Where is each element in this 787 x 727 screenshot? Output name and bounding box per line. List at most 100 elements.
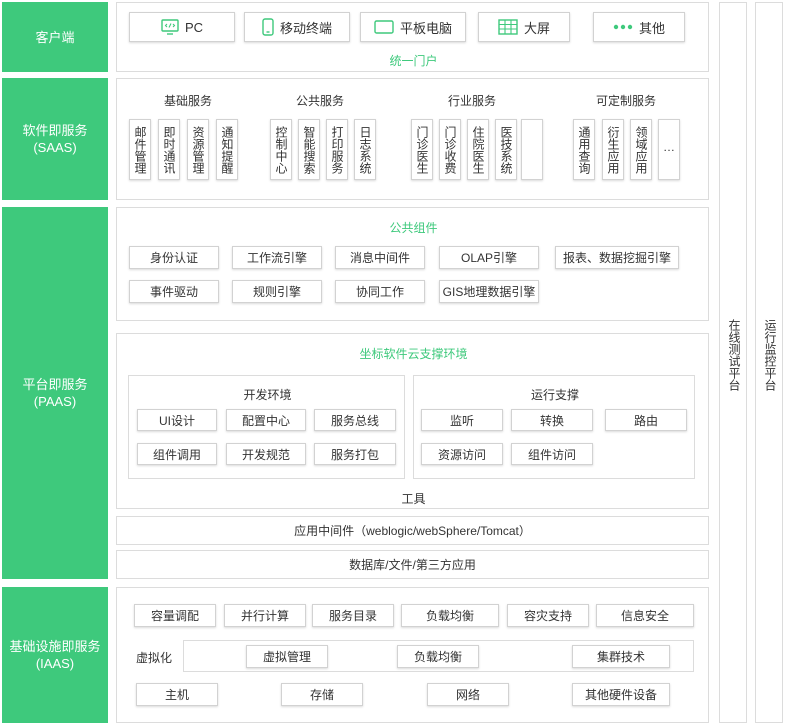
component-box[interactable]: 身份认证 — [129, 246, 219, 269]
iaas-item[interactable]: 容量调配 — [134, 604, 216, 627]
saas-item[interactable]: 通知提醒 — [216, 119, 238, 180]
layer-paas: 平台即服务 (PAAS) — [2, 207, 108, 579]
ops-monitor-platform: 运行监控平台 — [755, 2, 783, 723]
saas-panel: 基础服务 邮件管理 即时通讯 资源管理 通知提醒 公共服务 控制中心 智能搜索 … — [116, 78, 709, 200]
client-item-other[interactable]: 其他 — [593, 12, 685, 42]
iaas-item[interactable]: 容灾支持 — [507, 604, 589, 627]
component-box[interactable]: 协同工作 — [335, 280, 425, 303]
runtime-item[interactable]: 路由 — [605, 409, 687, 431]
saas-item[interactable]: 门诊医生 — [411, 119, 433, 180]
online-test-platform: 在线测试平台 — [719, 2, 747, 723]
saas-group-title: 公共服务 — [295, 94, 344, 108]
layer-saas-abbr: (SAAS) — [33, 140, 77, 155]
dev-item[interactable]: 配置中心 — [226, 409, 306, 431]
ops-monitor-platform-label: 运行监控平台 — [763, 319, 777, 391]
middleware-bar: 应用中间件（weblogic/webSphere/Tomcat） — [116, 516, 709, 545]
saas-item[interactable]: 打印服务 — [326, 119, 348, 180]
support-env-panel: 坐标软件云支撑环境 开发环境 UI设计 配置中心 服务总线 组件调用 开发规范 … — [116, 333, 709, 509]
iaas-item[interactable]: 其他硬件设备 — [572, 683, 670, 706]
support-env-title: 坐标软件云支撑环境 — [359, 347, 468, 361]
dev-item[interactable]: 服务打包 — [314, 443, 396, 465]
iaas-panel: 容量调配 并行计算 服务目录 负载均衡 容灾支持 信息安全 虚拟化 虚拟管理 负… — [116, 587, 709, 723]
iaas-item[interactable]: 并行计算 — [224, 604, 306, 627]
virt-item[interactable]: 虚拟管理 — [246, 645, 328, 668]
storage-label: 数据库/文件/第三方应用 — [349, 558, 476, 572]
layer-iaas-abbr: (IAAS) — [35, 656, 75, 671]
saas-item[interactable]: 日志系统 — [354, 119, 376, 180]
runtime-item[interactable]: 资源访问 — [421, 443, 503, 465]
saas-item[interactable]: 领域应用 — [630, 119, 652, 180]
tools-label: 工具 — [401, 492, 426, 506]
saas-item[interactable]: 门诊收费 — [439, 119, 461, 180]
iaas-item[interactable]: 负载均衡 — [401, 604, 499, 627]
dev-item[interactable]: 开发规范 — [226, 443, 306, 465]
component-box[interactable]: GIS地理数据引擎 — [439, 280, 539, 303]
pc-icon — [161, 19, 179, 35]
layer-client-label: 客户端 — [35, 29, 75, 45]
layer-saas: 软件即服务 (SAAS) — [2, 78, 108, 200]
runtime-title: 运行支撑 — [530, 388, 579, 402]
client-item-pc[interactable]: PC — [129, 12, 235, 42]
online-test-platform-label: 在线测试平台 — [727, 319, 741, 391]
saas-item[interactable]: 即时通讯 — [158, 119, 180, 180]
more-dots-icon — [613, 24, 633, 30]
dev-env-title: 开发环境 — [243, 388, 292, 402]
iaas-item[interactable]: 网络 — [427, 683, 509, 706]
saas-group-title: 行业服务 — [447, 94, 496, 108]
saas-item[interactable]: 资源管理 — [187, 119, 209, 180]
client-item-label: 平板电脑 — [399, 20, 452, 36]
saas-item[interactable]: 通用查询 — [573, 119, 595, 180]
dev-item[interactable]: 组件调用 — [137, 443, 217, 465]
layer-client: 客户端 — [2, 2, 108, 72]
saas-item[interactable]: 衍生应用 — [602, 119, 624, 180]
dev-item[interactable]: 服务总线 — [314, 409, 396, 431]
client-item-label: 其他 — [638, 20, 665, 36]
runtime-item[interactable]: 监听 — [421, 409, 503, 431]
dev-item[interactable]: UI设计 — [137, 409, 217, 431]
dev-env-panel: 开发环境 UI设计 配置中心 服务总线 组件调用 开发规范 服务打包 — [128, 375, 405, 479]
public-components-panel: 公共组件 身份认证 工作流引擎 消息中间件 OLAP引擎 报表、数据挖掘引擎 事… — [116, 207, 709, 321]
component-box[interactable]: 事件驱动 — [129, 280, 219, 303]
layer-saas-label: 软件即服务 — [22, 123, 88, 138]
saas-item[interactable]: 邮件管理 — [129, 119, 151, 180]
virtualization-panel: 虚拟管理 负载均衡 集群技术 — [183, 640, 694, 672]
iaas-item[interactable]: 服务目录 — [312, 604, 394, 627]
client-item-mobile[interactable]: 移动终端 — [244, 12, 350, 42]
layer-paas-label: 平台即服务 — [22, 377, 88, 392]
iaas-item[interactable]: 主机 — [136, 683, 218, 706]
big-screen-icon — [498, 19, 518, 35]
runtime-item[interactable]: 转换 — [511, 409, 593, 431]
client-item-label: 大屏 — [523, 20, 550, 36]
unified-portal: 统一门户 — [389, 54, 438, 68]
saas-item[interactable]: 控制中心 — [270, 119, 292, 180]
saas-item[interactable]: 医技系统 — [495, 119, 517, 180]
mobile-icon — [262, 18, 274, 36]
virtualization-label: 虚拟化 — [136, 651, 173, 665]
storage-bar: 数据库/文件/第三方应用 — [116, 550, 709, 579]
virt-item[interactable]: 集群技术 — [572, 645, 670, 668]
client-item-label: PC — [184, 19, 204, 35]
virt-item[interactable]: 负载均衡 — [397, 645, 479, 668]
component-box[interactable]: 规则引擎 — [232, 280, 322, 303]
client-item-tablet[interactable]: 平板电脑 — [360, 12, 466, 42]
saas-item[interactable]: 住院医生 — [467, 119, 489, 180]
client-item-label: 移动终端 — [279, 20, 332, 36]
component-box[interactable]: 报表、数据挖掘引擎 — [555, 246, 679, 269]
saas-item-empty[interactable] — [521, 119, 543, 180]
layer-iaas-label: 基础设施即服务 — [9, 639, 101, 654]
component-box[interactable]: 工作流引擎 — [232, 246, 322, 269]
component-box[interactable]: 消息中间件 — [335, 246, 425, 269]
client-panel: PC 移动终端 平板电脑 大屏 其他 统一门户 — [116, 2, 709, 72]
saas-group-title: 基础服务 — [163, 94, 212, 108]
tablet-icon — [374, 20, 394, 34]
runtime-item[interactable]: 组件访问 — [511, 443, 593, 465]
component-box[interactable]: OLAP引擎 — [439, 246, 539, 269]
iaas-item[interactable]: 存储 — [281, 683, 363, 706]
client-item-big-screen[interactable]: 大屏 — [478, 12, 570, 42]
layer-iaas: 基础设施即服务 (IAAS) — [2, 587, 108, 723]
middleware-label: 应用中间件（weblogic/webSphere/Tomcat） — [294, 524, 531, 538]
iaas-item[interactable]: 信息安全 — [596, 604, 694, 627]
public-components-title: 公共组件 — [389, 221, 438, 235]
saas-item[interactable]: 智能搜索 — [298, 119, 320, 180]
saas-item-more[interactable]: … — [658, 119, 680, 180]
